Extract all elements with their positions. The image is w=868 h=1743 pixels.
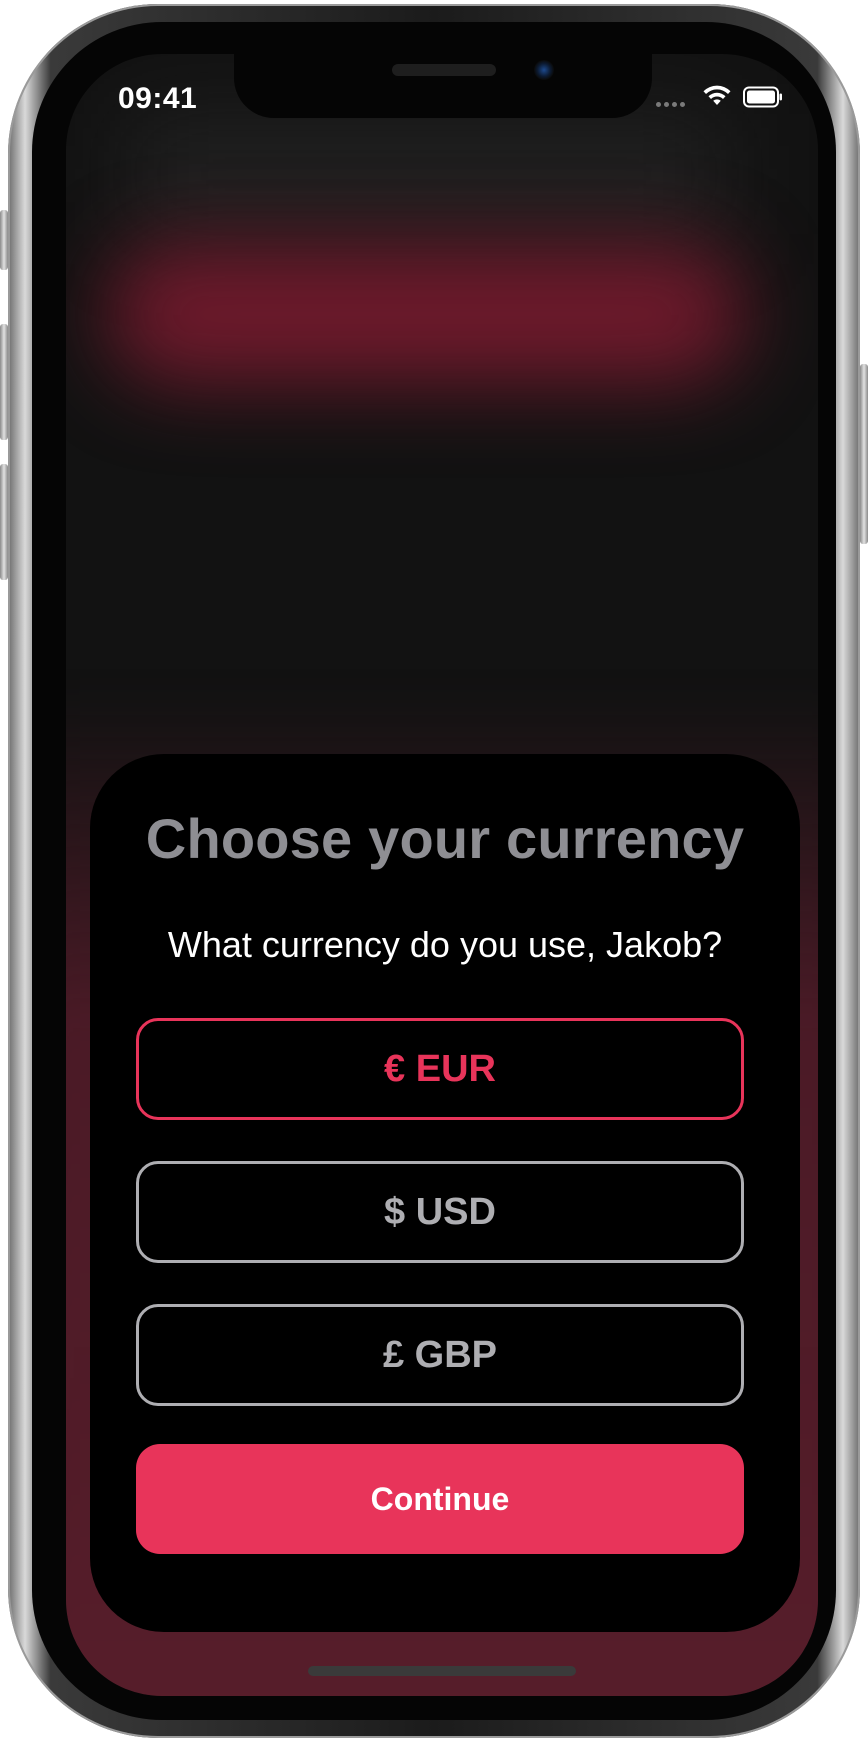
currency-option-label: £ GBP: [382, 1333, 498, 1376]
currency-option-gbp[interactable]: £ GBP: [136, 1304, 744, 1406]
sheet-subtitle: What currency do you use, Jakob?: [167, 924, 723, 965]
volume-down-button: [0, 464, 8, 580]
status-time: 09:41: [118, 82, 198, 115]
sheet-title: Choose your currency: [145, 807, 745, 870]
currency-option-label: $ USD: [384, 1190, 496, 1233]
phone-frame: 09:41 Choose your currency What currency…: [0, 4, 868, 1738]
background-blur-red: [106, 244, 746, 384]
continue-button[interactable]: Continue: [136, 1444, 744, 1554]
power-button: [860, 364, 868, 544]
speaker-grille: [392, 64, 496, 76]
notch: [234, 54, 652, 118]
currency-option-usd[interactable]: $ USD: [136, 1161, 744, 1263]
front-camera: [534, 60, 554, 80]
battery-icon: [743, 86, 782, 108]
wifi-icon: [703, 85, 731, 105]
cellular-signal-icon: [656, 94, 696, 107]
silent-switch: [0, 210, 8, 270]
home-indicator[interactable]: [308, 1666, 576, 1676]
currency-option-label: € EUR: [384, 1047, 496, 1090]
currency-sheet: Choose your currency What currency do yo…: [90, 754, 800, 1632]
phone-screen: 09:41 Choose your currency What currency…: [66, 54, 818, 1696]
volume-up-button: [0, 324, 8, 440]
currency-option-eur[interactable]: € EUR: [136, 1018, 744, 1120]
status-bar: 09:41: [66, 54, 818, 144]
